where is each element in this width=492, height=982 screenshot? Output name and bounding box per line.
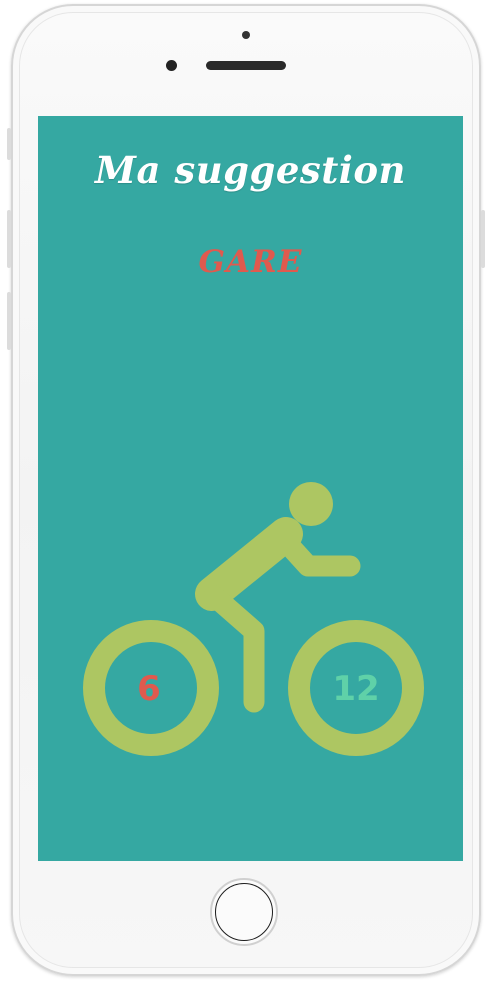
cyclist-head [289, 482, 333, 526]
volume-up-button [7, 210, 11, 268]
app-screen: Ma suggestion GARE 6 12 [38, 116, 463, 861]
cyclist-torso [195, 517, 303, 611]
cyclist-icon [83, 482, 424, 756]
mute-switch [7, 128, 11, 160]
front-camera-icon [242, 31, 250, 39]
right-wheel-value: 12 [332, 669, 380, 709]
cyclist-leg [203, 585, 265, 713]
home-button-icon[interactable] [210, 878, 278, 946]
power-button [481, 210, 485, 268]
proximity-sensor-icon [166, 60, 177, 71]
volume-down-button [7, 292, 11, 350]
earpiece-speaker [206, 61, 286, 70]
left-wheel-value: 6 [137, 669, 161, 709]
